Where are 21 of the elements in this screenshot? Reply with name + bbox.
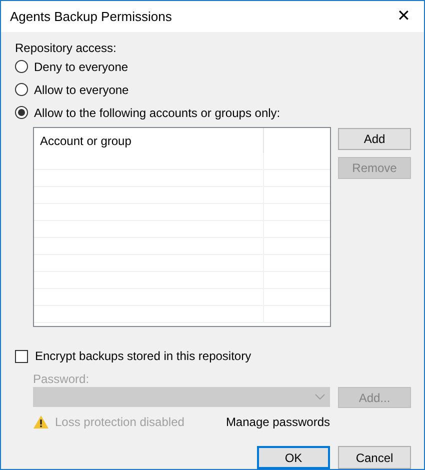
warning-text: Loss protection disabled <box>55 414 184 431</box>
window-title: Agents Backup Permissions <box>10 8 172 26</box>
ok-button[interactable]: OK <box>257 446 330 469</box>
close-button[interactable]: ✕ <box>393 8 414 24</box>
manage-passwords-link[interactable]: Manage passwords <box>226 413 330 431</box>
radio-icon[interactable] <box>15 106 28 119</box>
radio-icon[interactable] <box>15 83 28 96</box>
section-label: Repository access: <box>15 40 118 55</box>
radio-icon[interactable] <box>15 60 28 73</box>
radio-option[interactable]: Allow to everyone <box>15 78 411 101</box>
encrypt-checkbox-row[interactable]: Encrypt backups stored in this repository <box>15 348 411 364</box>
radio-option[interactable]: Allow to the following accounts or groups only: <box>15 101 411 124</box>
add-button[interactable]: Add <box>338 128 411 150</box>
column-header[interactable]: Account or group <box>34 128 264 153</box>
warning-icon <box>33 415 49 429</box>
radio-option[interactable]: Deny to everyone <box>15 55 411 78</box>
cancel-button[interactable]: Cancel <box>338 446 411 469</box>
checkbox[interactable] <box>15 350 28 362</box>
chevron-down-icon <box>315 394 325 400</box>
password-label: Password: <box>33 371 90 386</box>
accounts-list[interactable]: Account or group <box>33 127 331 327</box>
